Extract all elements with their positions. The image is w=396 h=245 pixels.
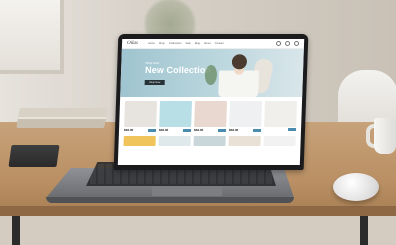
product-image xyxy=(194,101,228,127)
floor xyxy=(0,216,396,245)
product-grid-row-2 xyxy=(118,136,300,146)
add-to-cart-button[interactable] xyxy=(182,128,192,132)
user-icon[interactable] xyxy=(284,41,291,46)
hero-model-image xyxy=(218,53,260,97)
product-price: $56.00 xyxy=(123,128,134,132)
product-card[interactable]: $56.00 xyxy=(228,101,263,132)
coffee-mug xyxy=(374,118,396,154)
search-icon[interactable] xyxy=(275,41,282,46)
product-price: $56.00 xyxy=(228,128,239,132)
product-card[interactable]: $56.00 xyxy=(158,101,193,132)
product-image[interactable] xyxy=(193,136,226,146)
product-image[interactable] xyxy=(228,136,261,146)
nav-item[interactable]: Sale xyxy=(186,42,191,45)
desk-leg xyxy=(12,216,20,245)
laptop-lip xyxy=(46,197,294,203)
nav-item[interactable]: Contact xyxy=(215,42,224,45)
desk-edge xyxy=(0,206,396,216)
product-price: $56.00 xyxy=(193,128,204,132)
trackpad xyxy=(152,186,222,196)
product-price-row: $56.00 xyxy=(193,128,227,132)
desk-leg xyxy=(360,216,368,245)
add-to-cart-button[interactable] xyxy=(252,128,262,132)
product-price-row: $56.00 xyxy=(228,128,262,132)
hero-title: New Collection xyxy=(144,65,212,75)
product-image[interactable] xyxy=(263,136,296,146)
nav-item[interactable]: Blog xyxy=(195,42,200,45)
hero-banner: Shop Now New Collection Shop Now xyxy=(120,49,304,97)
stacked-books xyxy=(16,108,108,128)
shop-now-button[interactable]: Shop Now xyxy=(144,80,165,85)
product-grid: $56.00 $56.00 $56.00 $56.00 xyxy=(119,97,302,136)
product-card[interactable]: $56.00 xyxy=(123,101,158,132)
product-card[interactable] xyxy=(264,101,298,132)
desk-scene: Oilas Home Shop Collections Sale Blog Ab… xyxy=(0,0,396,245)
product-image xyxy=(264,101,298,127)
product-price: $56.00 xyxy=(158,128,169,132)
nav-item[interactable]: About xyxy=(204,42,211,45)
product-image xyxy=(124,101,158,127)
site-logo[interactable]: Oilas xyxy=(127,41,138,46)
product-image[interactable] xyxy=(158,136,191,146)
website-display: Oilas Home Shop Collections Sale Blog Ab… xyxy=(117,39,305,165)
product-image[interactable] xyxy=(123,136,156,146)
laptop-screen: Oilas Home Shop Collections Sale Blog Ab… xyxy=(113,34,309,170)
product-image xyxy=(159,101,193,127)
product-card[interactable]: $56.00 xyxy=(193,101,228,132)
computer-mouse xyxy=(333,173,379,201)
notebook xyxy=(8,145,60,167)
product-price-row: $56.00 xyxy=(123,128,157,132)
add-to-cart-button[interactable] xyxy=(287,128,297,131)
window xyxy=(0,0,64,74)
product-price-row xyxy=(264,128,297,131)
site-nav: Oilas Home Shop Collections Sale Blog Ab… xyxy=(121,39,305,49)
cart-icon[interactable] xyxy=(293,41,300,46)
product-price-row: $56.00 xyxy=(158,128,192,132)
hero-plant xyxy=(204,65,218,85)
product-image xyxy=(229,101,263,127)
nav-item[interactable]: Collections xyxy=(169,42,182,45)
add-to-cart-button[interactable] xyxy=(217,128,227,132)
add-to-cart-button[interactable] xyxy=(147,128,157,132)
nav-item[interactable]: Home xyxy=(148,42,155,45)
nav-item[interactable]: Shop xyxy=(159,42,165,45)
